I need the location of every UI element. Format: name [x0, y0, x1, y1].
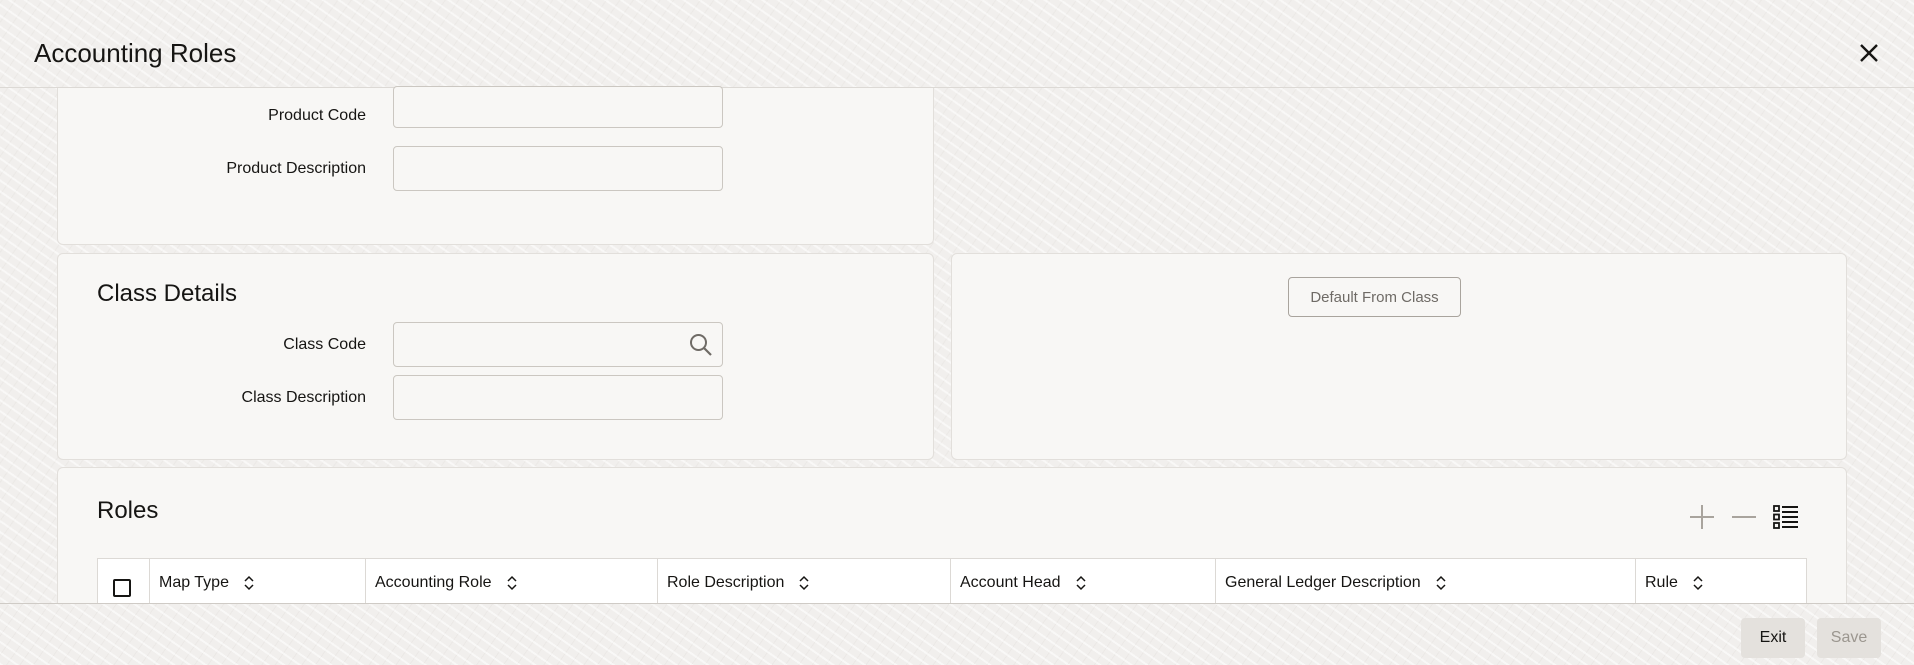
sort-icon[interactable] — [798, 575, 810, 591]
column-label: Accounting Role — [375, 574, 492, 591]
sort-icon[interactable] — [1692, 575, 1704, 591]
plus-icon[interactable] — [1687, 502, 1717, 532]
sort-icon[interactable] — [1075, 575, 1087, 591]
product-description-field[interactable] — [393, 146, 723, 191]
search-icon[interactable] — [688, 332, 714, 358]
class-code-field[interactable] — [393, 322, 723, 367]
column-accounting-role[interactable]: Accounting Role — [366, 559, 658, 607]
column-label: Map Type — [159, 574, 229, 591]
product-description-label: Product Description — [226, 160, 366, 177]
class-details-title: Class Details — [97, 280, 238, 307]
column-label: Role Description — [667, 574, 785, 591]
close-icon[interactable] — [1856, 40, 1882, 66]
select-all-checkbox[interactable] — [113, 579, 131, 597]
column-rule[interactable]: Rule — [1636, 559, 1806, 607]
class-code-label: Class Code — [283, 336, 366, 353]
sort-icon[interactable] — [1435, 575, 1447, 591]
dialog-header: Accounting Roles — [0, 0, 1914, 88]
column-map-type[interactable]: Map Type — [150, 559, 366, 607]
sort-icon[interactable] — [506, 575, 518, 591]
class-description-field[interactable] — [393, 375, 723, 420]
class-description-label: Class Description — [241, 389, 366, 406]
exit-button[interactable]: Exit — [1741, 618, 1805, 658]
product-panel: Product Code Product Description — [57, 86, 934, 245]
roles-title: Roles — [97, 497, 159, 524]
column-account-head[interactable]: Account Head — [951, 559, 1216, 607]
default-from-class-button[interactable]: Default From Class — [1288, 277, 1461, 317]
column-label: General Ledger Description — [1225, 574, 1421, 591]
minus-icon[interactable] — [1729, 502, 1759, 532]
dialog-title: Accounting Roles — [34, 38, 237, 68]
dialog-footer: Exit Save — [0, 603, 1914, 665]
roles-grid-header: Map Type Accounting Role Role Descriptio… — [97, 558, 1807, 607]
class-details-panel: Class Details Class Code Class Descripti… — [57, 253, 934, 460]
column-general-ledger-description[interactable]: General Ledger Description — [1216, 559, 1636, 607]
product-code-label: Product Code — [268, 107, 366, 124]
column-label: Account Head — [960, 574, 1061, 591]
product-code-field[interactable] — [393, 86, 723, 128]
select-all-column — [98, 559, 150, 607]
column-role-description[interactable]: Role Description — [658, 559, 951, 607]
save-button[interactable]: Save — [1817, 618, 1881, 658]
default-panel: Default From Class — [951, 253, 1847, 460]
sort-icon[interactable] — [243, 575, 255, 591]
list-details-icon[interactable] — [1771, 502, 1801, 532]
column-label: Rule — [1645, 574, 1678, 591]
